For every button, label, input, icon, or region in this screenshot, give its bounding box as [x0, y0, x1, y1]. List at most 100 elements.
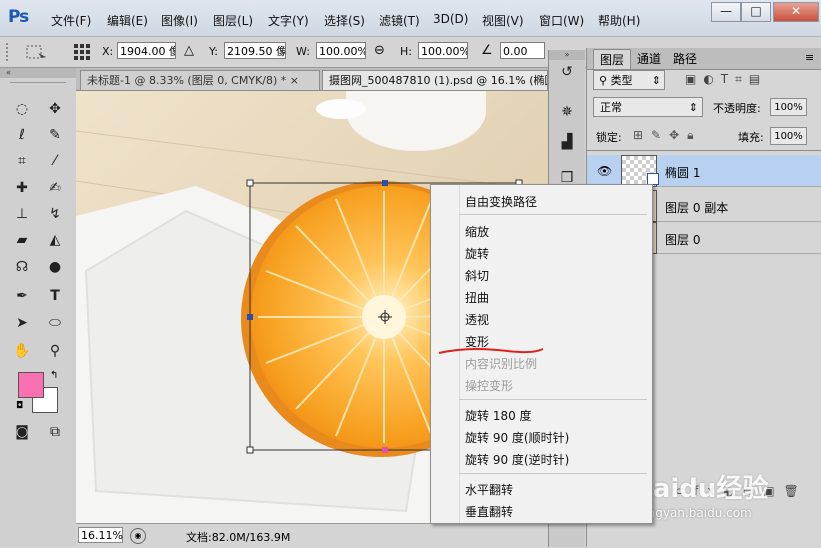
link-icon[interactable]: ⊖	[374, 43, 385, 58]
y-input[interactable]: 2109.50 像	[224, 42, 286, 59]
layer-name[interactable]: 椭圆 1	[665, 164, 700, 181]
menu-help[interactable]: 帮助(H)	[598, 12, 640, 29]
blend-mode-value: 正常	[600, 101, 622, 114]
close-button[interactable]: ✕	[773, 2, 819, 22]
foreground-color-swatch[interactable]	[18, 372, 44, 398]
brush-icon[interactable]: ✍	[44, 178, 66, 198]
search-icon: ⚲	[599, 74, 611, 87]
history-brush-icon[interactable]: ↯	[44, 204, 66, 224]
crop-icon[interactable]: ⌗	[11, 151, 33, 171]
status-info-icon[interactable]: ◉	[130, 528, 146, 544]
tab-paths[interactable]: 路径	[667, 49, 703, 69]
tab-untitled[interactable]: 未标题-1 @ 8.33% (图层 0, CMYK/8) * ×	[80, 70, 320, 90]
swap-colors-icon[interactable]: ↰	[50, 370, 58, 381]
move-icon[interactable]: ✥	[44, 99, 66, 119]
menu-window[interactable]: 窗口(W)	[539, 12, 584, 29]
quick-select-icon[interactable]: ✎	[44, 125, 66, 145]
layer-row-ellipse[interactable]: 👁︎ 椭圆 1	[587, 155, 821, 187]
menu-item-rotate[interactable]: 旋转	[465, 245, 489, 262]
default-colors-icon[interactable]: ◘	[16, 401, 23, 411]
histogram-panel-icon[interactable]: ▟	[556, 132, 578, 152]
reference-point-icon[interactable]	[72, 42, 92, 62]
y-label: Y:	[209, 45, 218, 58]
document-tabs: 未标题-1 @ 8.33% (图层 0, CMYK/8) * × 摄图网_500…	[76, 68, 548, 91]
blend-mode-select[interactable]: 正常 ⇕	[593, 97, 703, 117]
paint-bucket-icon[interactable]: ◭	[44, 230, 66, 250]
menu-item-content-aware-scale: 内容识别比例	[465, 357, 538, 371]
w-label: W:	[296, 45, 310, 58]
history-panel-icon[interactable]: ↺	[556, 62, 578, 82]
menu-item-perspective[interactable]: 透视	[465, 311, 489, 328]
chevron-down-icon: ⇕	[688, 101, 698, 114]
layer-filter-select[interactable]: ⚲ 类型 ⇕	[593, 70, 665, 90]
document-size: 文档:82.0M/163.9M	[186, 531, 291, 544]
zoom-icon[interactable]: ⚲	[44, 341, 66, 361]
menu-layer[interactable]: 图层(L)	[213, 12, 253, 29]
lock-icons[interactable]: ⊞✎✥🔒︎	[633, 128, 702, 143]
menu-file[interactable]: 文件(F)	[51, 12, 91, 29]
delta-icon: △	[184, 43, 194, 58]
eraser-icon[interactable]: ▰	[11, 230, 33, 250]
angle-input[interactable]: 0.00	[500, 42, 545, 59]
screen-mode-icon[interactable]: ⧉	[44, 422, 66, 442]
filter-icons[interactable]: ▣◐T⌗▤	[685, 72, 767, 87]
divider	[587, 150, 821, 151]
ellipse-icon[interactable]: ⬭	[44, 313, 66, 333]
menu-item-scale[interactable]: 缩放	[465, 223, 489, 240]
dodge-icon[interactable]: ☊	[11, 257, 33, 277]
menu-item-flip-vertical[interactable]: 垂直翻转	[465, 503, 513, 520]
menu-select[interactable]: 选择(S)	[324, 12, 365, 29]
menu-bar: Ps 文件(F) 编辑(E) 图像(I) 图层(L) 文字(Y) 选择(S) 滤…	[0, 0, 821, 37]
menu-item-rotate-90-ccw[interactable]: 旋转 90 度(逆时针)	[465, 451, 569, 468]
tab-photo-psd[interactable]: 摄图网_500487810 (1).psd @ 16.1% (椭圆	[322, 70, 548, 90]
angle-icon: ∠	[481, 43, 493, 58]
menu-item-flip-horizontal[interactable]: 水平翻转	[465, 481, 513, 498]
type-icon[interactable]: T	[44, 286, 66, 306]
menu-item-distort[interactable]: 扭曲	[465, 289, 489, 306]
visibility-eye-icon[interactable]: 👁︎	[597, 164, 612, 178]
lasso-icon[interactable]: ℓ	[11, 125, 33, 145]
eyedropper-icon[interactable]: ⁄	[44, 151, 66, 171]
tab-channels[interactable]: 通道	[631, 49, 667, 69]
menu-item-free-transform-path[interactable]: 自由变换路径	[465, 193, 537, 210]
tab-layers[interactable]: 图层	[593, 49, 632, 69]
panel-menu-icon[interactable]: ≡	[805, 51, 814, 64]
divider	[10, 82, 66, 83]
blur-icon[interactable]: ●	[44, 257, 66, 277]
menu-3d[interactable]: 3D(D)	[433, 12, 468, 26]
path-select-icon[interactable]: ➤	[11, 313, 33, 333]
layer-name[interactable]: 图层 0	[665, 231, 700, 248]
w-input[interactable]: 100.00%	[316, 42, 366, 59]
zoom-level-input[interactable]: 16.11%	[78, 527, 123, 543]
marquee-icon[interactable]: ◌	[11, 99, 33, 119]
menu-type[interactable]: 文字(Y)	[268, 12, 309, 29]
x-input[interactable]: 1904.00 像	[117, 42, 176, 59]
x-label: X:	[102, 45, 114, 58]
status-bar: 16.11% ◉ 文档:82.0M/163.9M	[76, 523, 548, 548]
hand-icon[interactable]: ✋	[11, 341, 33, 361]
navigator-panel-icon[interactable]: ✵	[556, 102, 578, 122]
toolbox: « ◌ ℓ ⌗ ✚ ⊥ ▰ ☊ ✒ ➤ ✋ ✥ ✎ ⁄ ✍ ↯ ◭ ● T ⬭ …	[0, 68, 77, 547]
fill-input[interactable]: 100%	[770, 127, 807, 145]
stamp-icon[interactable]: ⊥	[11, 204, 33, 224]
layer-name[interactable]: 图层 0 副本	[665, 199, 728, 216]
pen-icon[interactable]: ✒	[11, 286, 33, 306]
minimize-button[interactable]: —	[711, 2, 741, 22]
healing-icon[interactable]: ✚	[11, 178, 33, 198]
dock-collapse-icon[interactable]: »	[549, 50, 585, 60]
menu-item-skew[interactable]: 斜切	[465, 267, 489, 284]
lock-label: 锁定:	[596, 131, 622, 144]
maximize-button[interactable]: □	[741, 2, 771, 22]
menu-image[interactable]: 图像(I)	[161, 12, 198, 29]
opacity-input[interactable]: 100%	[770, 98, 807, 116]
menu-item-rotate-90-cw[interactable]: 旋转 90 度(顺时针)	[465, 429, 569, 446]
transform-tool-icon[interactable]	[24, 43, 50, 61]
h-input[interactable]: 100.00%	[418, 42, 468, 59]
menu-item-rotate-180[interactable]: 旋转 180 度	[465, 407, 532, 424]
menu-edit[interactable]: 编辑(E)	[107, 12, 148, 29]
menu-filter[interactable]: 滤镜(T)	[379, 12, 420, 29]
collapse-icon[interactable]: «	[0, 68, 76, 78]
menu-view[interactable]: 视图(V)	[482, 12, 524, 29]
quick-mask-icon[interactable]: ◙	[11, 422, 33, 442]
menu-item-puppet-warp: 操控变形	[465, 379, 514, 393]
